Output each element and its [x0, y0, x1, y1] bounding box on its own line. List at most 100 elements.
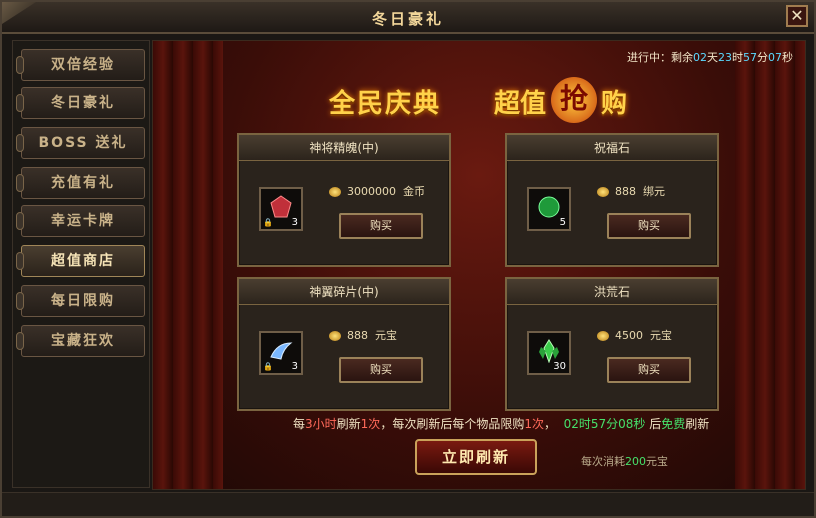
- note-text: 每: [293, 417, 306, 431]
- countdown-hours: 23: [718, 51, 732, 64]
- item-name: 祝福石: [507, 135, 717, 161]
- item-slot[interactable]: 30: [527, 331, 571, 375]
- countdown-unit: 天: [707, 51, 718, 64]
- curtain-right: [735, 41, 805, 489]
- close-button[interactable]: ✕: [786, 5, 808, 27]
- tab-label: 双倍经验: [51, 57, 115, 73]
- price-value: 888: [347, 329, 368, 342]
- countdown-unit: 时: [732, 51, 743, 64]
- tab-value-shop[interactable]: 超值商店: [16, 245, 145, 277]
- price-currency: 绑元: [643, 185, 665, 198]
- tab-label: 冬日豪礼: [51, 95, 115, 111]
- item-price: 888 绑元: [597, 183, 665, 199]
- tab-rivet-icon: [16, 94, 24, 112]
- tab-winter-gift[interactable]: 冬日豪礼: [16, 87, 145, 119]
- item-name: 神翼碎片(中): [239, 279, 449, 305]
- buy-button[interactable]: 购买: [607, 213, 691, 239]
- item-slot[interactable]: 🔒 3: [259, 331, 303, 375]
- item-price: 888 元宝: [329, 327, 397, 343]
- event-window: 冬日豪礼 ✕ 双倍经验 冬日豪礼 BOSS 送礼 充值有礼 幸运卡牌 超值商店 …: [0, 0, 816, 518]
- tab-rivet-icon: [16, 332, 24, 350]
- curtain-left: [153, 41, 223, 489]
- countdown-unit: 秒: [782, 51, 793, 64]
- ingot-icon: [329, 331, 341, 341]
- tab-rivet-icon: [16, 56, 24, 74]
- price-value: 4500: [615, 329, 643, 342]
- tab-lucky-card[interactable]: 幸运卡牌: [16, 205, 145, 237]
- note-highlight: 3小时: [305, 417, 337, 431]
- refresh-cost: 每次消耗200元宝: [581, 453, 668, 469]
- buy-button[interactable]: 购买: [607, 357, 691, 383]
- price-value: 888: [615, 185, 636, 198]
- item-price: 3000000 金币: [329, 183, 425, 199]
- tab-label: 宝藏狂欢: [51, 333, 115, 349]
- promo-banner: 全民庆典 超值 抢 购: [329, 77, 659, 123]
- tab-label: 超值商店: [51, 253, 115, 269]
- countdown-prefix: 进行中：剩余: [627, 51, 693, 64]
- countdown-minutes: 57: [743, 51, 757, 64]
- refresh-timer: 02时57分08秒: [563, 417, 646, 431]
- note-highlight: 1次: [524, 417, 544, 431]
- ingot-icon: [597, 331, 609, 341]
- bottom-bar: [2, 492, 814, 516]
- note-highlight: 1次: [360, 417, 381, 431]
- tab-daily-limit[interactable]: 每日限购: [16, 285, 145, 317]
- note-highlight: 免费: [661, 417, 686, 431]
- refresh-note: 每3小时刷新1次，每次刷新后每个物品限购1次， 02时57分08秒 后免费刷新: [293, 415, 709, 432]
- item-quantity: 30: [553, 361, 566, 372]
- title-bar: 冬日豪礼 ✕: [2, 2, 814, 34]
- price-currency: 元宝: [375, 329, 397, 342]
- buy-button[interactable]: 购买: [339, 213, 423, 239]
- countdown-days: 02: [693, 51, 707, 64]
- note-text: ，每次刷新后每个物品限购: [380, 417, 525, 431]
- gold-coin-icon: [329, 187, 341, 197]
- window-title: 冬日豪礼: [371, 10, 444, 28]
- cost-suffix: 元宝: [646, 455, 668, 468]
- item-card: 祝福石 5 888 绑元 购买: [505, 133, 719, 267]
- tab-rivet-icon: [16, 212, 24, 230]
- item-slot[interactable]: 🔒 3: [259, 187, 303, 231]
- note-text: 刷新: [685, 417, 710, 431]
- lock-icon: 🔒: [263, 218, 273, 227]
- cost-prefix: 每次消耗: [581, 455, 625, 468]
- price-currency: 金币: [403, 185, 425, 198]
- banner-grab-badge: 抢: [551, 77, 597, 123]
- price-currency: 元宝: [650, 329, 672, 342]
- item-card: 神翼碎片(中) 🔒 3 888 元宝 购买: [237, 277, 451, 411]
- red-gem-icon: [270, 195, 292, 218]
- event-countdown: 进行中：剩余02天23时57分07秒: [627, 49, 793, 65]
- item-quantity: 3: [291, 217, 298, 228]
- tab-double-exp[interactable]: 双倍经验: [16, 49, 145, 81]
- countdown-seconds: 07: [768, 51, 782, 64]
- cost-amount: 200: [625, 455, 646, 468]
- item-quantity: 3: [291, 361, 298, 372]
- price-value: 3000000: [347, 185, 396, 198]
- item-price: 4500 元宝: [597, 327, 672, 343]
- tab-rivet-icon: [16, 252, 24, 270]
- item-quantity: 5: [559, 217, 566, 228]
- item-card: 神将精魄(中) 🔒 3 3000000 金币 购买: [237, 133, 451, 267]
- green-orb-icon: [538, 196, 560, 218]
- item-slot[interactable]: 5: [527, 187, 571, 231]
- note-text: 刷新: [336, 417, 361, 431]
- green-crystal-icon: [539, 339, 559, 363]
- item-name: 洪荒石: [507, 279, 717, 305]
- tab-label: 每日限购: [51, 293, 115, 309]
- refresh-button[interactable]: 立即刷新: [415, 439, 537, 475]
- tab-label: BOSS 送礼: [38, 135, 128, 151]
- buy-button[interactable]: 购买: [339, 357, 423, 383]
- tab-boss-gift[interactable]: BOSS 送礼: [16, 127, 145, 159]
- banner-right-end: 购: [601, 89, 628, 119]
- tab-treasure[interactable]: 宝藏狂欢: [16, 325, 145, 357]
- note-text: ，: [543, 417, 556, 431]
- tab-recharge[interactable]: 充值有礼: [16, 167, 145, 199]
- tab-rivet-icon: [16, 134, 24, 152]
- shop-panel: 进行中：剩余02天23时57分07秒 全民庆典 超值 抢 购 神将精魄(中) 🔒…: [152, 40, 806, 490]
- tab-label: 幸运卡牌: [51, 213, 115, 229]
- countdown-unit: 分: [757, 51, 768, 64]
- tab-rivet-icon: [16, 292, 24, 310]
- bound-ingot-icon: [597, 187, 609, 197]
- banner-right-text: 超值: [494, 89, 547, 119]
- note-text: 后: [645, 417, 662, 431]
- sidebar: 双倍经验 冬日豪礼 BOSS 送礼 充值有礼 幸运卡牌 超值商店 每日限购 宝藏…: [12, 40, 150, 488]
